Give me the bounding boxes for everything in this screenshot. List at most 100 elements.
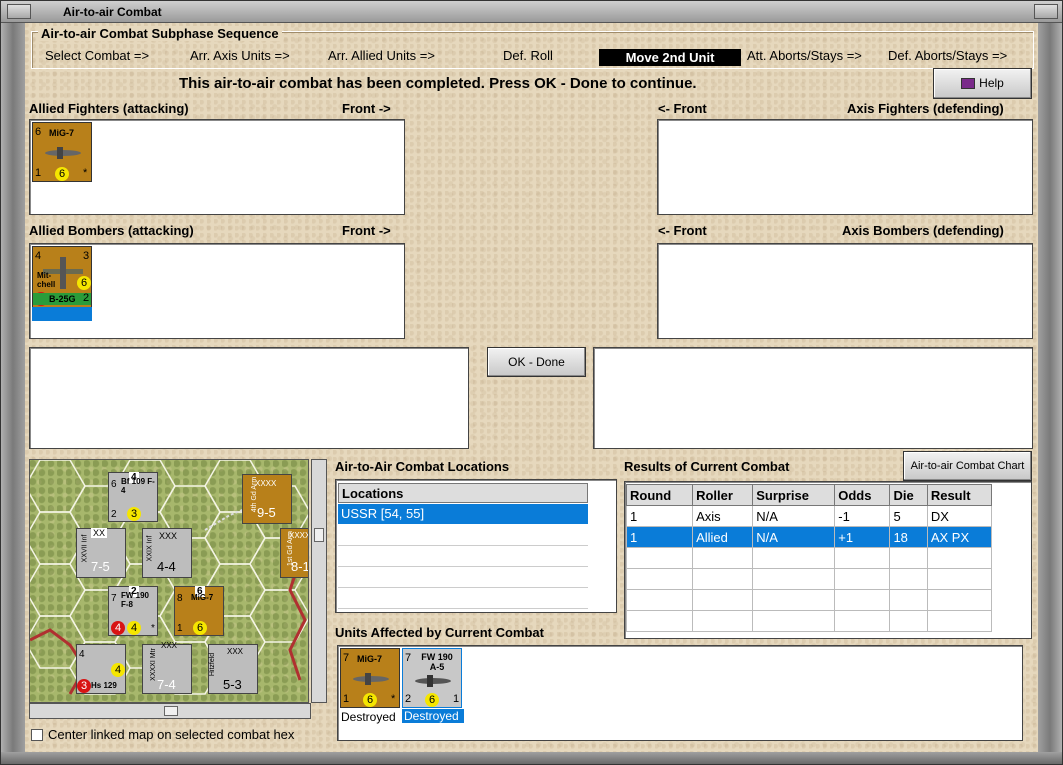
map-counter-left: 7	[111, 593, 117, 604]
col-surprise: Surprise	[752, 484, 836, 506]
window-title: Air-to-air Combat	[63, 5, 162, 19]
center-map-label: Center linked map on selected combat hex	[48, 727, 295, 742]
empty-row	[625, 568, 993, 590]
affected-status-mig7: Destroyed	[341, 710, 396, 724]
cell-result: AX PX	[926, 526, 993, 548]
map-counter-size: XX	[91, 528, 108, 538]
counter-bottom-left: 1	[35, 167, 42, 179]
subphase-sequence-title: Air-to-air Combat Subphase Sequence	[38, 26, 282, 41]
center-map-checkbox[interactable]	[31, 729, 43, 741]
map-counter-mig7[interactable]: 6 8 MiG-7 1 6	[174, 586, 224, 636]
map-counter-size: XXX	[159, 531, 178, 541]
units-affected-panel: 7 MiG-7 1 6 * Destroyed 7 FW 190 A-5 2 6…	[337, 645, 1023, 741]
empty-row	[625, 547, 993, 569]
ok-done-button[interactable]: OK - Done	[487, 347, 586, 377]
seq-def-roll: Def. Roll	[503, 48, 553, 63]
help-book-icon	[961, 78, 976, 90]
map-vscroll-thumb[interactable]	[314, 528, 324, 542]
counter-bottom-right: 1	[453, 693, 460, 705]
cell-roller: Allied	[692, 526, 754, 548]
map-counter-name: Hs 129	[91, 681, 117, 690]
counter-bottom-right: 2	[83, 292, 90, 304]
seq-select-combat: Select Combat =>	[45, 48, 150, 63]
map-counter-hitzfeld[interactable]: XXX Hitzfeld 5-3	[208, 644, 258, 694]
locations-header: Locations	[338, 483, 588, 503]
counter-name: MiG-7	[357, 654, 383, 664]
cell-die: 18	[889, 526, 928, 548]
locations-empty-rows	[338, 525, 588, 609]
col-result: Result	[926, 484, 993, 506]
affected-unit-fw190[interactable]: 7 FW 190 A-5 2 6 1	[402, 648, 462, 708]
map-counter-xxix-inf[interactable]: XXX XXIX Inf 4-4	[142, 528, 192, 578]
air-combat-chart-button[interactable]: Air-to-air Combat Chart	[903, 451, 1032, 481]
location-row-ussr[interactable]: USSR [54, 55]	[338, 504, 588, 524]
map-counter-strength: 5-3	[223, 677, 242, 692]
seq-att-aborts: Att. Aborts/Stays =>	[747, 48, 862, 63]
map-vertical-scrollbar[interactable]	[311, 459, 327, 703]
title-bar[interactable]: Air-to-air Combat	[1, 1, 1062, 23]
map-counter-bf109[interactable]: 4 6 Bf 109 F-4 2 3	[108, 472, 158, 522]
counter-value: 6	[425, 693, 439, 707]
allied-bomber-counter-b25g[interactable]: 4 3 Mit-chell 4 6 B-25G 2	[32, 246, 92, 321]
counter-name: FW 190 A-5	[421, 652, 453, 672]
map-counter-side: XXVII Inf	[81, 534, 89, 563]
map-counter-size: XXX	[161, 641, 178, 650]
counter-value: 6	[363, 693, 377, 707]
units-affected-title: Units Affected by Current Combat	[335, 625, 544, 640]
table-row[interactable]: 1 Axis N/A -1 5 DX	[625, 505, 993, 527]
map-counter-strength: 8-1	[291, 559, 309, 574]
map-counter-left: 6	[111, 479, 117, 490]
axis-bombers-label: Axis Bombers (defending)	[842, 223, 1004, 238]
results-table-panel: Round Roller Surprise Odds Die Result 1 …	[624, 481, 1032, 639]
map-counter-side: XXXXI Mtr	[149, 648, 157, 681]
map-counter-bottom: *	[151, 623, 155, 634]
col-roller: Roller	[692, 484, 754, 506]
counter-bottom-left: 2	[405, 693, 412, 705]
counter-bottom-left: 1	[343, 693, 350, 705]
map-counter-xxxxi-mtr[interactable]: XXX XXXXI Mtr 7-4	[142, 641, 192, 694]
map-counter-name: Bf 109 F-4	[121, 477, 155, 495]
map-counter-xxvii-inf[interactable]: XX XXVII Inf 7-5	[76, 528, 126, 578]
fighter-plane-icon	[45, 147, 81, 159]
window-menu-button[interactable]	[7, 4, 31, 19]
counter-top-left: 6	[35, 126, 42, 138]
map-hscroll-thumb[interactable]	[164, 706, 178, 716]
cell-roller: Axis	[692, 505, 754, 527]
help-button[interactable]: Help	[933, 68, 1032, 99]
affected-unit-mig7[interactable]: 7 MiG-7 1 6 *	[340, 648, 400, 708]
counter-name: MiG-7	[49, 128, 75, 138]
map-counter-size: XXX	[227, 647, 244, 656]
map-counter-bottom: 1	[177, 623, 183, 634]
map-counter-strength: 7-4	[157, 677, 176, 692]
map-counter-hs129[interactable]: 4 4 3 Hs 129	[76, 644, 126, 694]
allied-fighter-counter-mig7[interactable]: 6 MiG-7 1 6 *	[32, 122, 92, 182]
axis-bombers-front: <- Front	[658, 223, 707, 238]
col-die: Die	[889, 484, 928, 506]
cell-die: 5	[889, 505, 928, 527]
cell-odds: -1	[834, 505, 891, 527]
linked-map[interactable]: 4 6 Bf 109 F-4 2 3 XXXX 4th Gd Arm 9-5 X…	[29, 459, 309, 703]
counter-bottom-right: *	[83, 167, 88, 179]
map-counter-4th-gd-arm[interactable]: XXXX 4th Gd Arm 9-5	[242, 474, 292, 524]
dialog-content: Air-to-air Combat Subphase Sequence Sele…	[25, 23, 1038, 752]
affected-status-fw190: Destroyed	[402, 709, 464, 723]
map-counter-fw190f8[interactable]: 2 7 FW 190 F-8 4 4 *	[108, 586, 158, 636]
close-button[interactable]	[1034, 4, 1058, 19]
allied-bombers-panel: 4 3 Mit-chell 4 6 B-25G 2	[29, 243, 405, 339]
table-row[interactable]: 1 Allied N/A +1 18 AX PX	[625, 526, 993, 548]
map-counter-red: 4	[111, 621, 125, 635]
map-counter-1st-gd-arm[interactable]: XXXX 1st Gd Arm 8-1	[280, 528, 309, 578]
cell-result: DX	[926, 505, 993, 527]
fighter-plane-icon	[353, 673, 389, 685]
allied-fighters-panel: 6 MiG-7 1 6 *	[29, 119, 405, 215]
allied-fighters-label: Allied Fighters (attacking)	[29, 101, 189, 116]
counter-name: Mit-chell	[37, 271, 56, 289]
map-counter-strength: 7-5	[91, 559, 110, 574]
axis-fighters-label: Axis Fighters (defending)	[847, 101, 1004, 116]
cell-odds: +1	[834, 526, 891, 548]
axis-fighters-panel	[657, 119, 1033, 215]
map-horizontal-scrollbar[interactable]	[29, 703, 311, 719]
fighter-plane-icon	[415, 675, 451, 687]
map-counter-value: 3	[127, 507, 141, 521]
cell-round: 1	[625, 526, 694, 548]
